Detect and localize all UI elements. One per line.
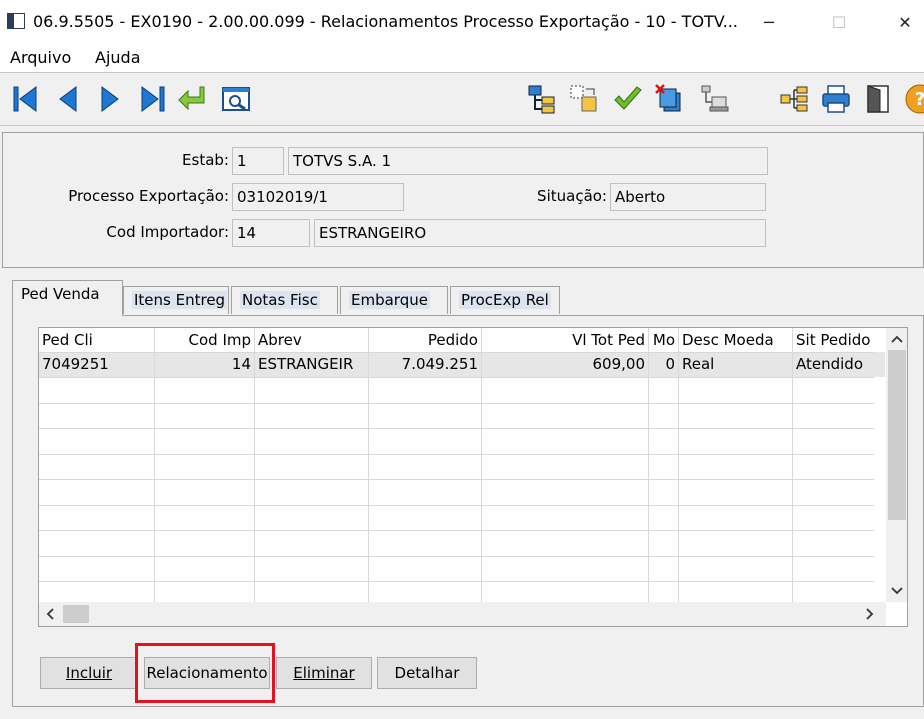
col-header-sit-pedido[interactable]: Sit Pedido bbox=[793, 328, 885, 352]
vertical-scroll-thumb[interactable] bbox=[888, 350, 906, 520]
horizontal-scrollbar[interactable] bbox=[39, 602, 886, 626]
grid-line bbox=[792, 328, 793, 602]
processo-field[interactable]: 03102019/1 bbox=[232, 183, 404, 211]
app-icon bbox=[7, 13, 25, 29]
grid-line bbox=[39, 403, 874, 404]
grid-line bbox=[39, 556, 874, 557]
tab-panel: Ped Cli Cod Imp Abrev Pedido Vl Tot Ped … bbox=[12, 315, 924, 707]
eliminar-label: Eliminar bbox=[293, 664, 355, 682]
scroll-right-icon[interactable] bbox=[865, 608, 875, 620]
incluir-button[interactable]: Incluir bbox=[40, 657, 138, 689]
cell-ped-cli: 7049251 bbox=[42, 355, 109, 373]
grid-line bbox=[678, 328, 679, 602]
title-bar: 06.9.5505 - EX0190 - 2.00.00.099 - Relac… bbox=[0, 0, 924, 44]
scroll-up-icon[interactable] bbox=[891, 334, 903, 344]
tab-embarque[interactable]: Embarque bbox=[340, 286, 448, 314]
menu-bar: Arquivo Ajuda bbox=[0, 44, 924, 72]
copy-icon[interactable] bbox=[568, 83, 600, 115]
grid-line bbox=[368, 328, 369, 602]
tab-notas-fisc[interactable]: Notas Fisc bbox=[231, 286, 338, 314]
situacao-label: Situação: bbox=[537, 187, 607, 205]
minimize-button[interactable]: ─ bbox=[746, 8, 792, 38]
svg-text:?: ? bbox=[915, 89, 924, 110]
menu-arquivo[interactable]: Arquivo bbox=[10, 48, 71, 67]
grid-line bbox=[39, 505, 874, 506]
detalhar-button[interactable]: Detalhar bbox=[377, 657, 477, 689]
incluir-label: Incluir bbox=[65, 664, 113, 682]
orders-grid: Ped Cli Cod Imp Abrev Pedido Vl Tot Ped … bbox=[38, 327, 908, 627]
estab-code-field[interactable]: 1 bbox=[232, 147, 284, 175]
scroll-left-icon[interactable] bbox=[45, 608, 55, 620]
tab-label: Embarque bbox=[349, 291, 430, 309]
grid-line bbox=[39, 454, 874, 455]
search-icon[interactable] bbox=[220, 83, 252, 115]
tabs-area: Ped Venda Itens Entreg Notas Fisc Embarq… bbox=[2, 268, 924, 719]
estab-name-field[interactable]: TOTVS S.A. 1 bbox=[288, 147, 768, 175]
print-icon[interactable] bbox=[820, 83, 852, 115]
network-icon[interactable] bbox=[698, 83, 730, 115]
col-header-cod-imp[interactable]: Cod Imp bbox=[155, 328, 254, 352]
grid-line bbox=[39, 581, 874, 582]
cell-pedido: 7.049.251 bbox=[401, 355, 478, 373]
cell-vl-tot-ped: 609,00 bbox=[592, 355, 646, 373]
multi-doc-icon[interactable] bbox=[654, 83, 686, 115]
processo-label: Processo Exportação: bbox=[68, 187, 229, 205]
tab-label: Ped Venda bbox=[21, 285, 100, 303]
grid-line bbox=[39, 530, 874, 531]
grid-line bbox=[481, 328, 482, 602]
check-icon[interactable] bbox=[612, 83, 644, 115]
cell-abrev: ESTRANGEIR bbox=[258, 355, 354, 373]
cell-cod-imp: 14 bbox=[231, 355, 251, 373]
col-header-mo[interactable]: Mo bbox=[649, 328, 678, 352]
tab-label: Notas Fisc bbox=[240, 291, 320, 309]
col-header-vl-tot-ped[interactable]: Vl Tot Ped bbox=[482, 328, 648, 352]
window-title: 06.9.5505 - EX0190 - 2.00.00.099 - Relac… bbox=[33, 12, 738, 31]
grid-line bbox=[648, 328, 649, 602]
importador-code-field[interactable]: 14 bbox=[232, 219, 310, 247]
importador-label: Cod Importador: bbox=[106, 223, 229, 241]
close-button[interactable]: ✕ bbox=[882, 8, 924, 38]
eliminar-button[interactable]: Eliminar bbox=[276, 657, 372, 689]
exit-door-icon[interactable] bbox=[862, 83, 894, 115]
scroll-down-icon[interactable] bbox=[891, 586, 903, 596]
cell-sit-pedido: Atendido bbox=[796, 355, 864, 373]
tab-ped-venda[interactable]: Ped Venda bbox=[12, 280, 123, 316]
menu-ajuda[interactable]: Ajuda bbox=[95, 48, 141, 67]
cell-mo: 0 bbox=[665, 355, 675, 373]
grid-line bbox=[39, 352, 874, 353]
tab-label: Itens Entreg bbox=[132, 291, 228, 309]
tree-icon[interactable] bbox=[778, 83, 810, 115]
vertical-scrollbar[interactable] bbox=[886, 328, 907, 602]
grid-line bbox=[39, 377, 874, 378]
first-record-icon[interactable] bbox=[10, 83, 42, 115]
goto-icon[interactable] bbox=[176, 83, 208, 115]
grid-line bbox=[39, 428, 874, 429]
col-header-desc-moeda[interactable]: Desc Moeda bbox=[679, 328, 792, 352]
col-header-abrev[interactable]: Abrev bbox=[255, 328, 368, 352]
help-icon[interactable]: ? bbox=[904, 83, 924, 115]
previous-record-icon[interactable] bbox=[52, 83, 84, 115]
maximize-button[interactable]: ☐ bbox=[816, 8, 862, 38]
last-record-icon[interactable] bbox=[136, 83, 168, 115]
header-panel: Estab: 1 TOTVS S.A. 1 Processo Exportaçã… bbox=[2, 132, 924, 268]
toolbar: ? bbox=[0, 72, 924, 126]
hierarchy-icon[interactable] bbox=[526, 83, 558, 115]
grid-line bbox=[254, 328, 255, 602]
importador-name-field[interactable]: ESTRANGEIRO bbox=[314, 219, 766, 247]
tab-procexp-rel[interactable]: ProcExp Rel bbox=[450, 286, 560, 314]
highlight-box bbox=[135, 643, 275, 703]
situacao-field[interactable]: Aberto bbox=[610, 183, 766, 211]
next-record-icon[interactable] bbox=[94, 83, 126, 115]
estab-label: Estab: bbox=[182, 151, 229, 169]
horizontal-scroll-thumb[interactable] bbox=[63, 605, 89, 623]
tab-label: ProcExp Rel bbox=[459, 291, 551, 309]
grid-line bbox=[39, 479, 874, 480]
tab-itens-entreg[interactable]: Itens Entreg bbox=[123, 286, 229, 314]
col-header-ped-cli[interactable]: Ped Cli bbox=[39, 328, 154, 352]
col-header-pedido[interactable]: Pedido bbox=[369, 328, 481, 352]
grid-line bbox=[154, 328, 155, 602]
cell-desc-moeda: Real bbox=[682, 355, 715, 373]
